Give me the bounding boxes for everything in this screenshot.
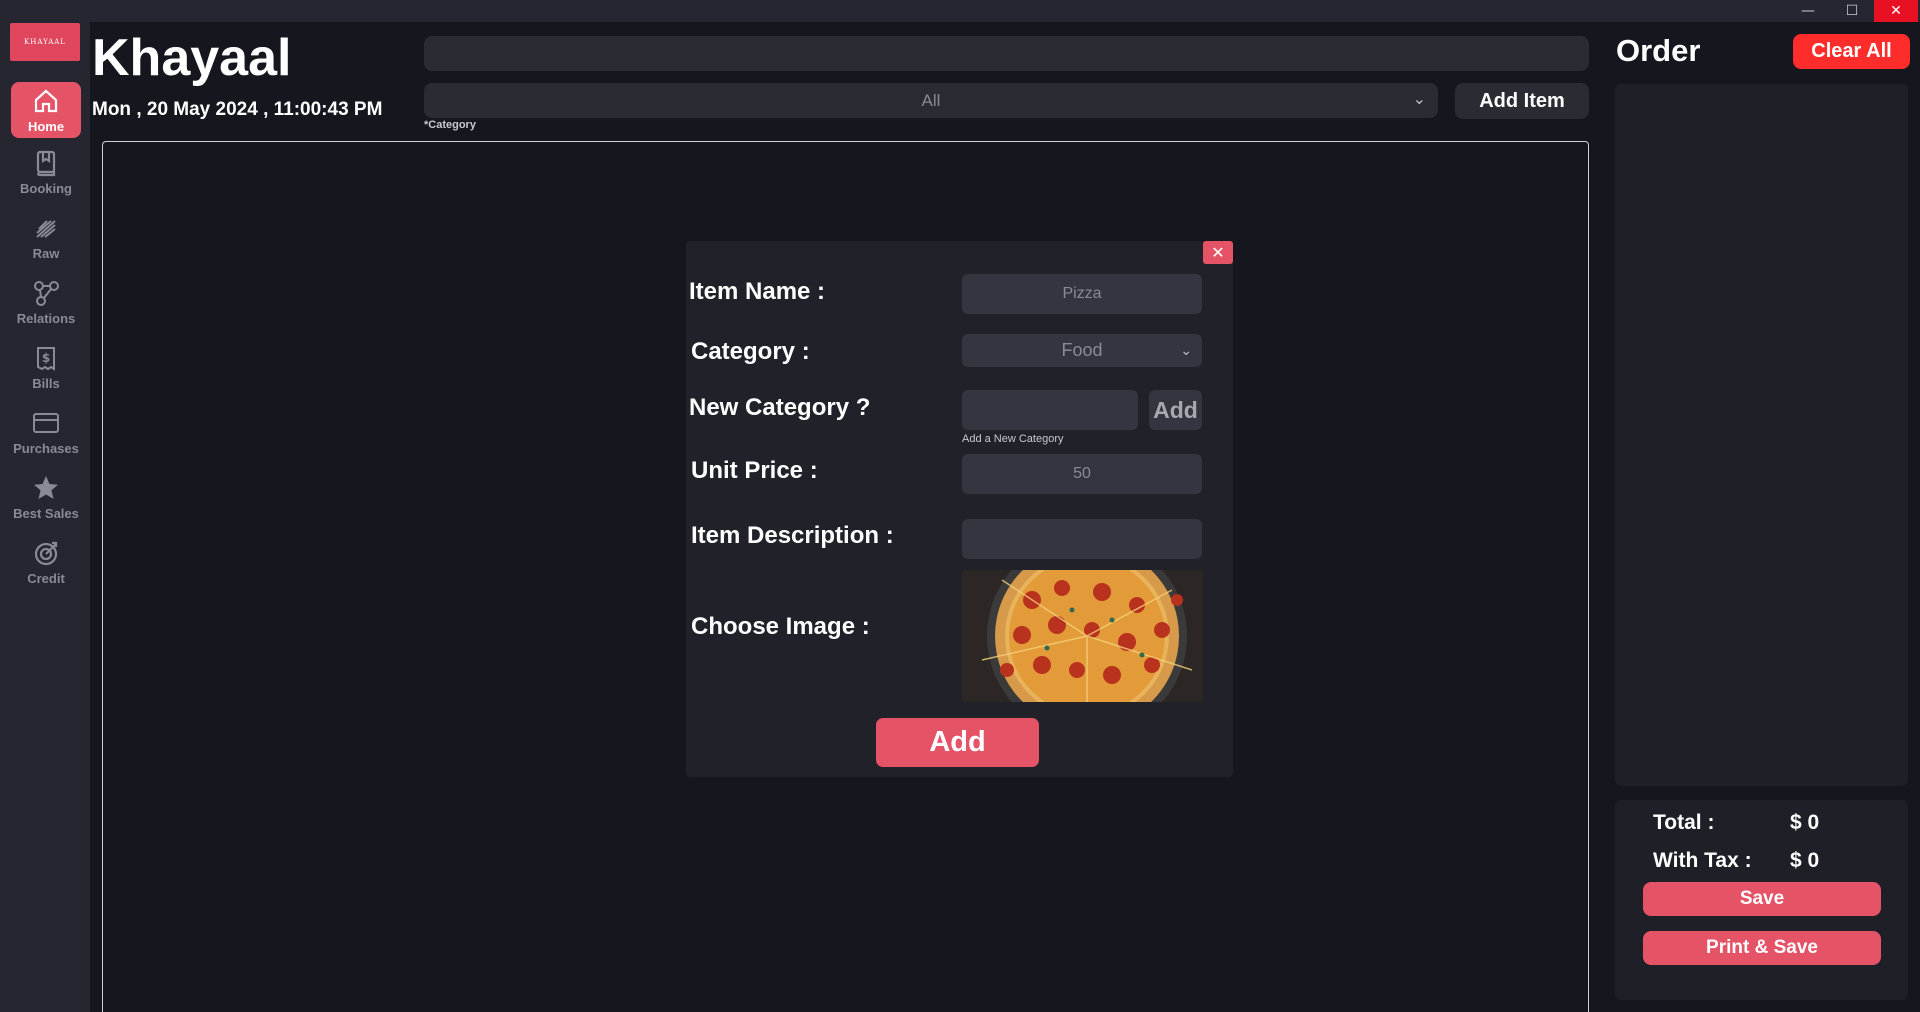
total-value: $ 0 [1790,811,1820,834]
sidebar-item-booking[interactable]: Booking [11,144,81,200]
chevron-down-icon: ⌄ [1412,91,1426,108]
sidebar-item-raw[interactable]: Raw [11,209,81,265]
add-button[interactable]: Add [876,718,1039,767]
category-select[interactable]: Food ⌄ [962,334,1202,367]
category-filter-value: All [921,90,941,110]
save-button[interactable]: Save [1643,882,1881,916]
category-filter-select[interactable]: All ⌄ [424,83,1438,118]
add-item-button[interactable]: Add Item [1455,83,1589,119]
category-select-value: Food [1061,340,1103,360]
pizza-image [962,570,1203,702]
with-tax-label: With Tax : [1653,849,1752,872]
new-category-field[interactable] [962,390,1138,430]
with-tax-value: $ 0 [1790,849,1820,872]
app-title: Khayaal [92,29,292,87]
sidebar-item-label: Bills [32,376,60,391]
item-name-label: Item Name : [689,278,826,305]
add-item-dialog: ✕ Item Name : Pizza Category : Food ⌄ Ne… [686,241,1233,777]
relations-icon [34,281,59,306]
sidebar-item-label: Relations [16,311,76,326]
target-icon [34,541,58,566]
book-icon [36,150,56,177]
sidebar-item-label: Purchases [13,441,79,456]
bills-icon: $ [37,347,55,371]
unit-price-label: Unit Price : [691,457,818,484]
star-icon [34,476,58,499]
maximize-button[interactable]: ☐ [1830,0,1874,22]
sidebar: KHAYAAL Home Booking Raw Relations $ Bil… [0,22,90,1012]
sidebar-item-label: Raw [32,246,60,261]
logo-text: KHAYAAL [24,38,66,46]
sidebar-item-credit[interactable]: Credit [11,534,81,590]
sidebar-item-best-sales[interactable]: Best Sales [11,469,81,525]
svg-text:$: $ [42,351,50,365]
raw-icon [36,220,56,238]
search-input[interactable] [424,36,1589,71]
order-summary: Total : $ 0 With Tax : $ 0 Save Print & … [1615,800,1908,1000]
purchases-icon [33,413,59,433]
sidebar-item-relations[interactable]: Relations [11,274,81,330]
clear-all-button[interactable]: Clear All [1793,34,1910,69]
item-name-field[interactable]: Pizza [962,274,1202,314]
category-caption: *Category [424,119,476,131]
sidebar-item-label: Booking [20,181,72,196]
item-description-label: Item Description : [691,522,894,549]
order-list [1615,84,1908,786]
print-save-button[interactable]: Print & Save [1643,931,1881,965]
minimize-button[interactable]: — [1786,0,1830,22]
app-logo: KHAYAAL [10,23,80,61]
sidebar-item-label: Credit [27,571,65,586]
sidebar-item-bills[interactable]: $ Bills [11,339,81,395]
new-category-caption: Add a New Category [962,433,1064,445]
sidebar-item-purchases[interactable]: Purchases [11,404,81,460]
item-description-field[interactable] [962,519,1202,559]
close-icon[interactable]: ✕ [1203,241,1233,264]
total-label: Total : [1653,811,1715,834]
category-label: Category : [691,338,810,365]
add-category-button[interactable]: Add [1149,390,1202,430]
choose-image-label: Choose Image : [691,613,870,640]
window-titlebar: — ☐ ✕ [0,0,1920,22]
unit-price-field[interactable]: 50 [962,454,1202,494]
sidebar-item-label: Best Sales [13,506,79,521]
new-category-label: New Category ? [689,394,871,421]
item-image-picker[interactable] [962,570,1203,702]
sidebar-item-label: Home [27,119,65,134]
order-title: Order [1616,33,1701,68]
chevron-down-icon: ⌄ [1180,342,1192,358]
sidebar-item-home[interactable]: Home [11,82,81,138]
current-datetime: Mon , 20 May 2024 , 11:00:43 PM [92,99,383,120]
home-icon [34,89,58,113]
close-window-button[interactable]: ✕ [1874,0,1918,22]
